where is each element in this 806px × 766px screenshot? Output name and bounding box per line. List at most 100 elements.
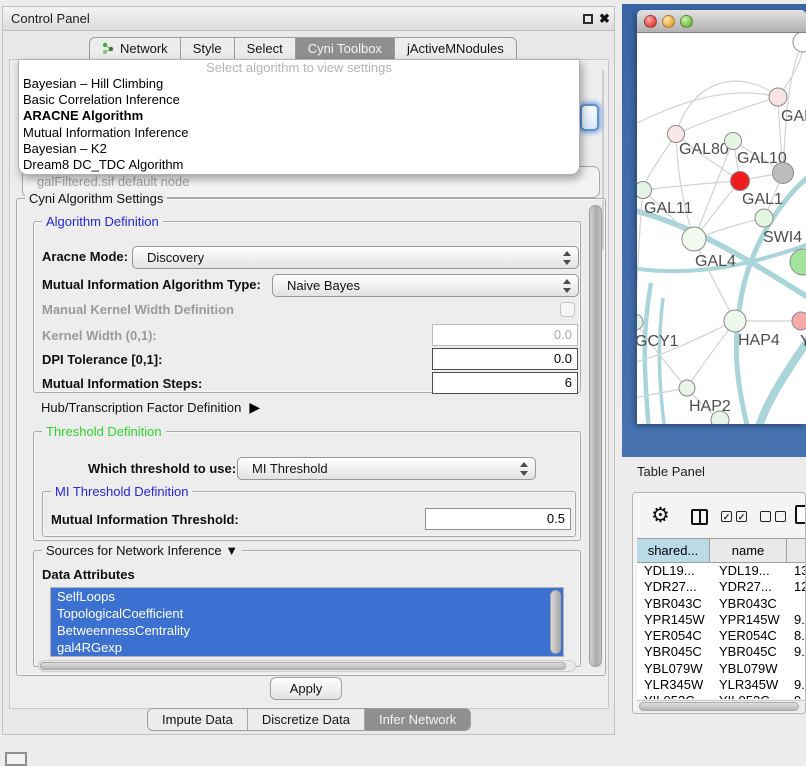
network-window-titlebar[interactable] [637,10,806,33]
column-header-name[interactable]: name [710,539,787,562]
table-row[interactable]: YBR043CYBR043C [637,596,806,612]
table-cell: YBR045C [710,644,787,660]
apply-button[interactable]: Apply [270,677,342,700]
algorithm-option[interactable]: ARACNE Algorithm [19,108,579,124]
column-header-shared[interactable]: shared... [637,539,710,562]
unchecked-checkbox-icon[interactable] [775,511,786,522]
tab-infer-network[interactable]: Infer Network [365,709,470,730]
mi-steps-input[interactable]: 6 [432,372,578,394]
tab-network[interactable]: Network [89,37,180,60]
algorithm-option[interactable]: Basic Correlation Inference [19,92,579,108]
manual-kernel-checkbox[interactable] [560,302,575,317]
network-node[interactable] [679,380,695,396]
network-canvas[interactable]: GALGAL80GAL10GAL1GAL11SWI4GAL4GCY1HAP4YH… [637,33,806,424]
close-icon[interactable]: ✖ [599,10,610,28]
mi-type-value: Naive Bayes [287,278,360,293]
network-node[interactable] [637,182,652,199]
network-node[interactable] [769,88,787,106]
which-threshold-combobox[interactable]: MI Threshold [237,457,536,480]
network-edge [643,134,676,190]
algorithm-combo-stepper[interactable] [580,104,599,131]
cyni-toolbox-panel: galFiltered.sif default node Select algo… [9,59,609,709]
network-node[interactable] [792,312,806,330]
attribute-list-item[interactable]: gal4RGexp [51,639,563,656]
network-node[interactable] [790,249,806,275]
algorithm-option[interactable]: Bayesian – Hill Climbing [19,76,579,92]
zoom-traffic-light[interactable] [680,15,693,28]
network-node[interactable] [725,133,742,150]
algorithm-option[interactable]: Mutual Information Inference [19,125,579,141]
network-edge-thick [645,283,651,424]
algorithm-dropdown-placeholder: Select algorithm to view settings [19,60,579,76]
aracne-mode-combobox[interactable]: Discovery [132,246,579,269]
control-panel-tabbar: Network Style Select Cyni Toolbox jActiv… [89,37,517,60]
dpi-tolerance-input[interactable]: 0.0 [432,348,578,370]
list-vertical-scrollbar[interactable] [550,590,561,654]
attribute-list-item[interactable]: SelfLoops [51,588,563,605]
network-node[interactable] [637,314,643,330]
control-panel-window: Control Panel ✖ Network Style Select Cyn… [2,6,615,735]
tab-style[interactable]: Style [180,37,234,60]
checked-checkbox-icon[interactable]: ✓ [736,511,747,522]
network-node-label: HAP4 [738,332,780,349]
network-node[interactable] [711,411,729,424]
kernel-width-label: Kernel Width (0,1): [42,328,157,343]
dock-panel-icon[interactable] [5,752,27,766]
table-scrollbar-thumb[interactable] [639,702,799,711]
horizontal-scrollbar[interactable] [38,660,576,672]
network-node[interactable] [773,163,794,184]
network-node[interactable] [793,33,806,52]
network-node[interactable] [682,227,706,251]
table-row[interactable]: YDR27...YDR27...12 [637,579,806,595]
tab-jactivemnodules[interactable]: jActiveMNodules [394,37,517,60]
table-row[interactable]: YDL19...YDL19...13 [637,563,806,579]
mi-type-combobox[interactable]: Naive Bayes [272,274,579,297]
table-cell: YLR345W [710,677,787,693]
table-row[interactable]: YBR045CYBR045C9. [637,644,806,660]
table-body: YDL19...YDL19...13YDR27...YDR27...12YBR0… [637,563,806,699]
combo-stepper-icon [562,279,571,293]
table-row[interactable]: YIL052CYIL052C9 [637,693,806,699]
horizontal-scrollbar-thumb[interactable] [40,662,566,670]
column-header-partial[interactable] [787,539,806,562]
checked-checkbox-icon[interactable]: ✓ [721,511,732,522]
document-icon[interactable] [795,505,806,524]
gear-icon[interactable]: ⚙ [651,503,670,528]
table-row[interactable]: YBL079WYBL079W [637,661,806,677]
network-node[interactable] [755,209,773,227]
network-node[interactable] [731,172,750,191]
hub-definition-label: Hub/Transcription Factor Definition [41,400,241,415]
tab-label: Cyni Toolbox [308,38,382,60]
settings-vertical-scrollbar[interactable] [589,205,602,667]
network-node-label: GAL1 [742,191,783,208]
hub-definition-expander[interactable]: Hub/Transcription Factor Definition▶ [41,399,260,416]
table-cell: YBR045C [637,644,710,660]
algorithm-option[interactable]: Bayesian – K2 [19,141,579,157]
split-panel-icon[interactable] [691,509,708,525]
mi-threshold-input[interactable]: 0.5 [425,508,571,530]
mi-type-label: Mutual Information Algorithm Type: [42,277,261,292]
algorithm-option[interactable]: Dream8 DC_TDC Algorithm [19,157,579,173]
attribute-list-item[interactable]: BetweennessCentrality [51,622,563,639]
collapse-arrow-icon[interactable]: ▼ [225,543,238,558]
kernel-width-input[interactable]: 0.0 [432,324,578,346]
tab-discretize-data[interactable]: Discretize Data [248,709,365,730]
tab-cyni-toolbox[interactable]: Cyni Toolbox [295,37,394,60]
attribute-list-item[interactable]: TopologicalCoefficient [51,605,563,622]
tab-select[interactable]: Select [234,37,295,60]
table-row[interactable]: YLR345WYLR345W9. [637,677,806,693]
tab-impute-data[interactable]: Impute Data [148,709,248,730]
network-node[interactable] [724,310,746,332]
minimize-traffic-light[interactable] [662,15,675,28]
table-horizontal-scrollbar[interactable] [637,700,806,712]
network-edge-thick [736,173,806,424]
network-node[interactable] [668,126,685,143]
table-row[interactable]: YPR145WYPR145W9. [637,612,806,628]
float-window-icon[interactable] [583,14,593,24]
sources-group-title: Sources for Network Inference ▼ [42,543,242,558]
table-row[interactable]: YER054CYER054C8. [637,628,806,644]
unchecked-checkbox-icon[interactable] [760,511,771,522]
network-node-label: GAL11 [644,200,693,217]
aracne-mode-value: Discovery [147,250,204,265]
close-traffic-light[interactable] [644,15,657,28]
